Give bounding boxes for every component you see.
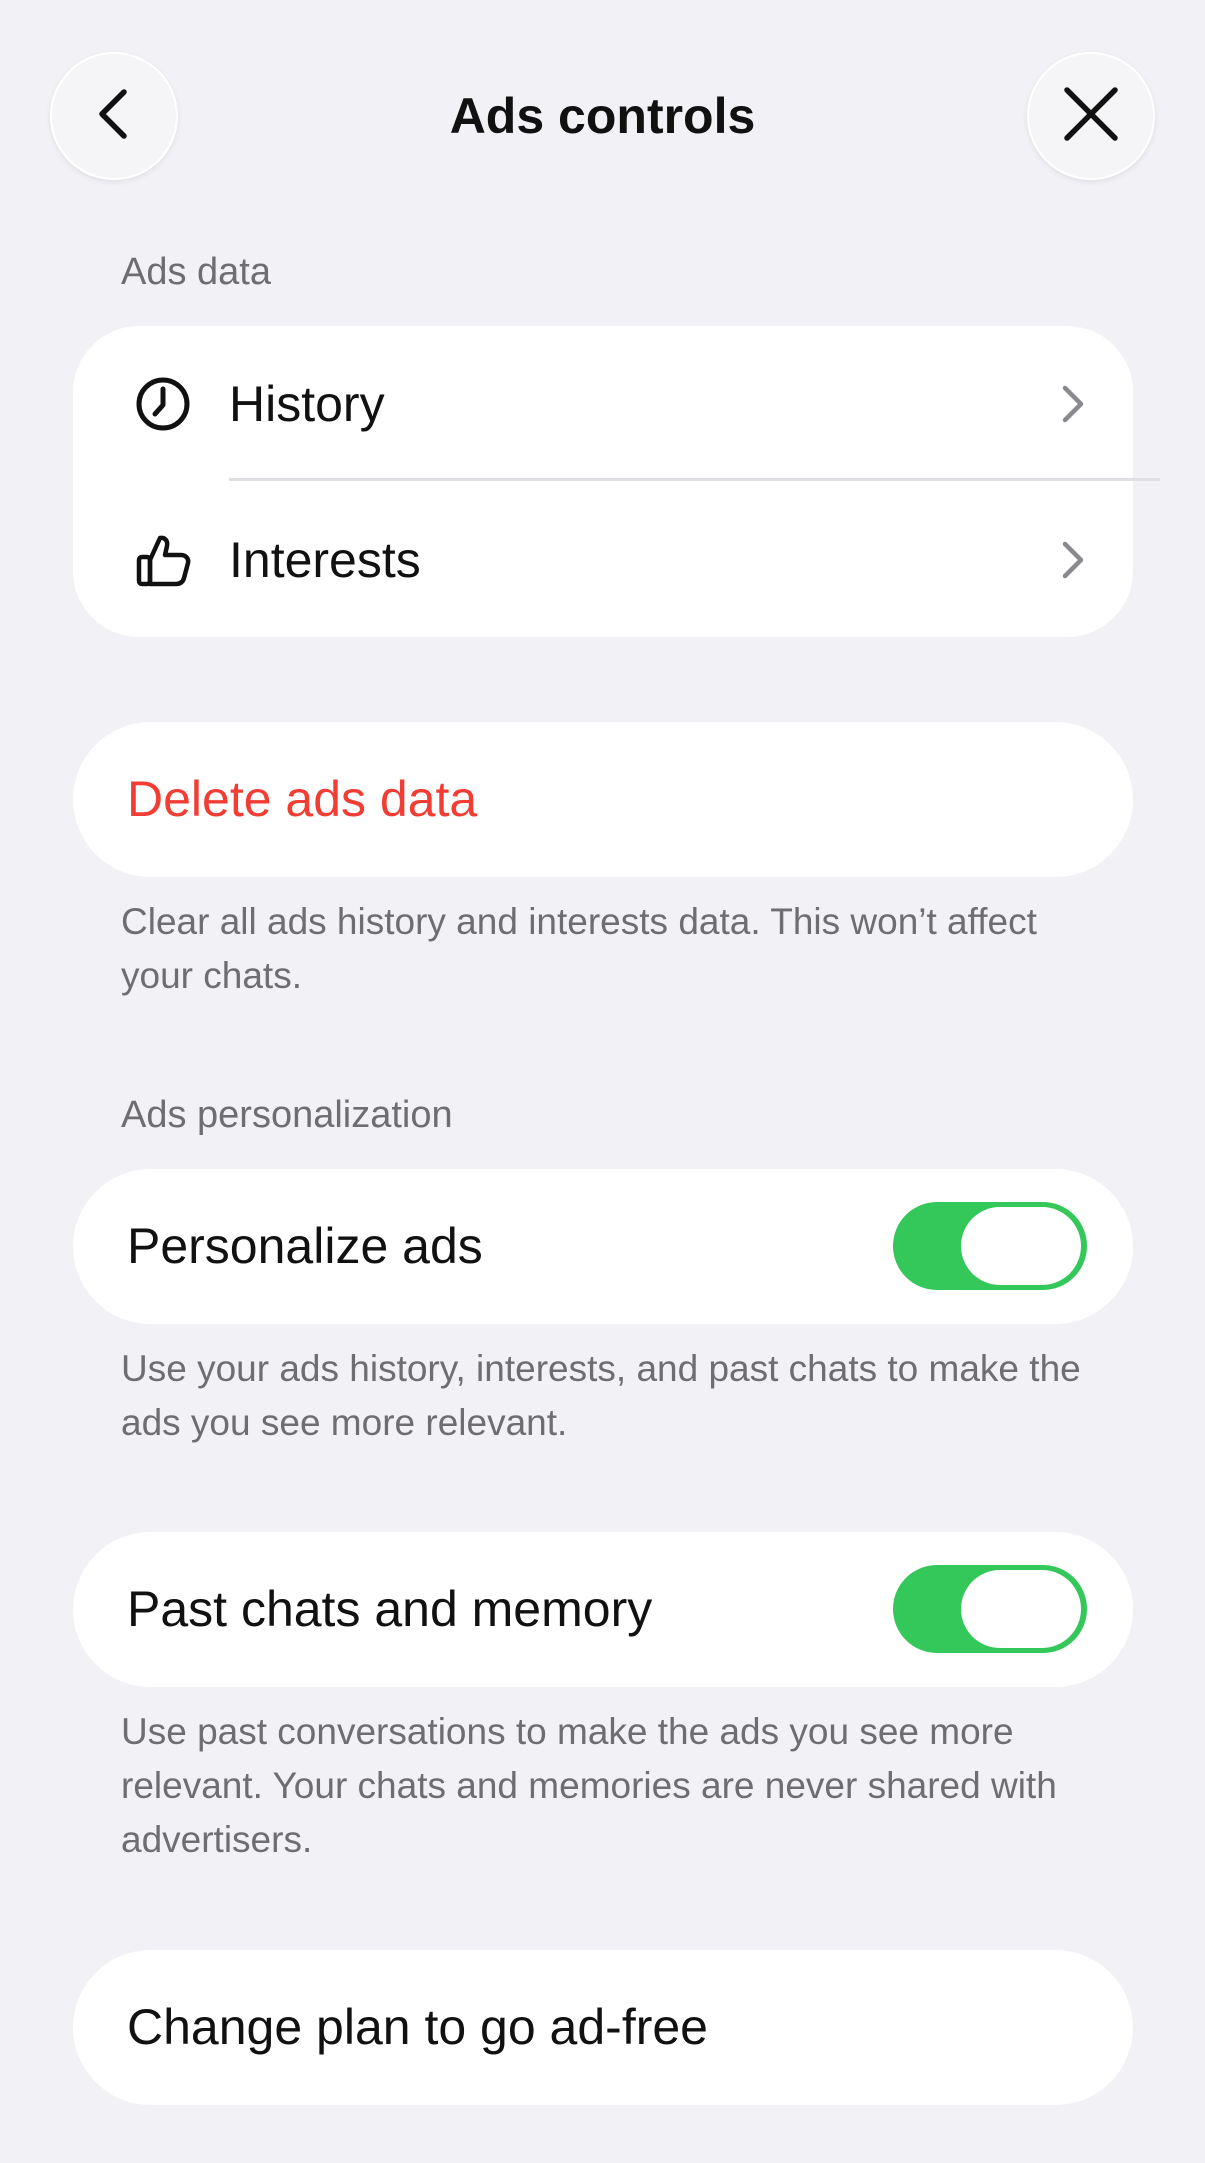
toggle-knob — [961, 1570, 1081, 1648]
close-button[interactable] — [1027, 52, 1155, 180]
change-plan-label: Change plan to go ad-free — [127, 1999, 708, 2055]
personalize-ads-toggle[interactable] — [893, 1202, 1087, 1290]
clock-icon — [129, 370, 197, 438]
delete-description: Clear all ads history and interests data… — [121, 901, 1037, 996]
change-plan-button[interactable]: Change plan to go ad-free — [73, 1950, 1133, 2105]
interests-row[interactable]: Interests — [73, 482, 1133, 637]
chevron-right-icon — [1053, 535, 1093, 585]
thumbs-up-icon — [129, 526, 197, 594]
delete-ads-data-button[interactable]: Delete ads data — [73, 722, 1133, 877]
past-chats-memory-row: Past chats and memory — [73, 1532, 1133, 1687]
past-chats-memory-toggle[interactable] — [893, 1565, 1087, 1653]
section-label-ads-personalization: Ads personalization — [121, 1094, 453, 1136]
interests-label: Interests — [229, 531, 421, 588]
history-label: History — [229, 375, 385, 432]
chevron-right-icon — [1053, 379, 1093, 429]
personalize-ads-row: Personalize ads — [73, 1169, 1133, 1324]
ads-data-card: History Interests — [73, 326, 1160, 637]
page-title: Ads controls — [449, 88, 756, 144]
past-chats-memory-description: Use past conversations to make the ads y… — [121, 1711, 1057, 1860]
section-label-ads-data: Ads data — [121, 251, 271, 293]
personalize-ads-description: Use your ads history, interests, and pas… — [121, 1348, 1081, 1443]
toggle-knob — [961, 1207, 1081, 1285]
close-icon — [1061, 84, 1121, 149]
row-divider — [229, 478, 1160, 481]
history-row[interactable]: History — [73, 326, 1133, 481]
personalize-ads-label: Personalize ads — [127, 1218, 483, 1274]
past-chats-memory-label: Past chats and memory — [127, 1581, 653, 1637]
delete-ads-data-label: Delete ads data — [127, 771, 478, 827]
